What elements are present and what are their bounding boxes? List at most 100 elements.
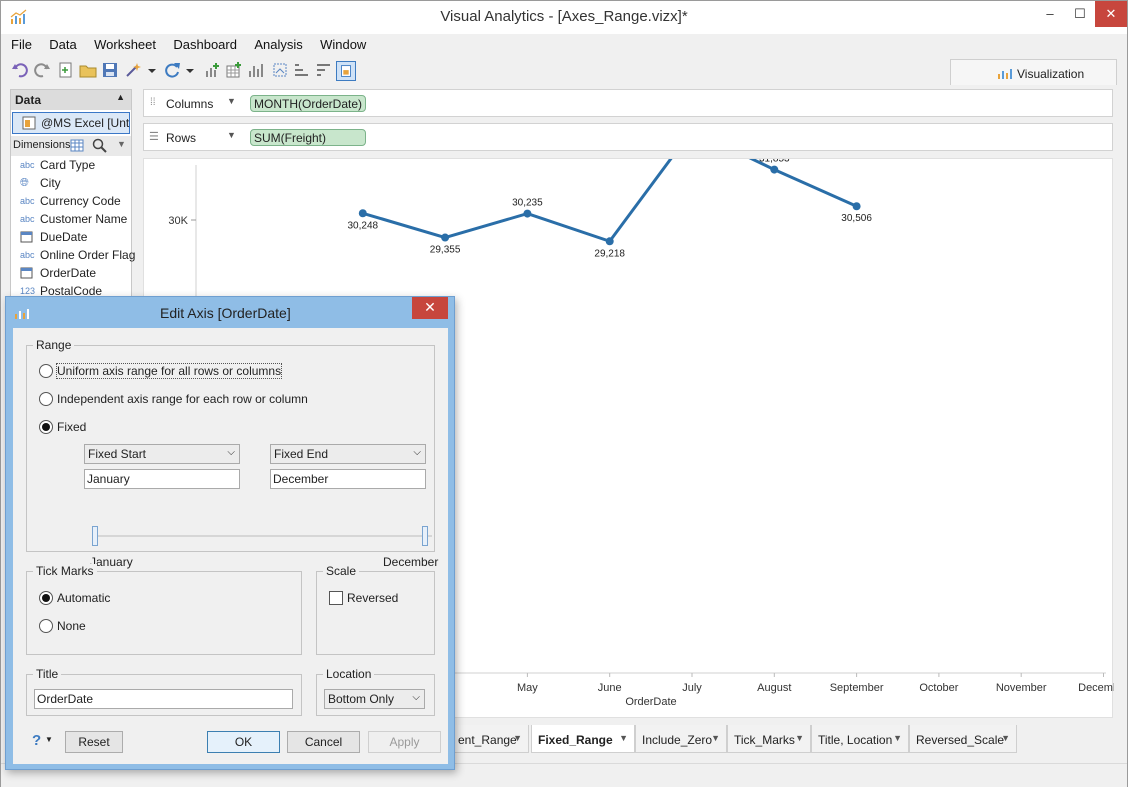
menu-dashboard[interactable]: Dashboard bbox=[173, 37, 237, 52]
sheet-tab-label: ent_Range bbox=[458, 733, 517, 747]
add-table-icon[interactable] bbox=[225, 61, 243, 79]
data-label: 30,235 bbox=[512, 198, 543, 209]
save-icon[interactable] bbox=[101, 61, 119, 79]
refresh-icon[interactable] bbox=[163, 61, 181, 79]
edit-axis-dialog: Edit Axis [OrderDate] ✕ Range Uniform ax… bbox=[5, 296, 455, 770]
rows-shelf[interactable]: ☰ Rows ▼ SUM(Freight) bbox=[143, 123, 1113, 151]
uniform-range-radio[interactable]: Uniform axis range for all rows or colum… bbox=[39, 363, 283, 379]
redo-icon[interactable] bbox=[33, 61, 51, 79]
menu-data[interactable]: Data bbox=[49, 37, 76, 52]
toolbar bbox=[9, 59, 369, 83]
tick-marks-none-radio[interactable]: None bbox=[39, 619, 86, 633]
chevron-down-icon[interactable]: ▼ bbox=[513, 733, 522, 743]
data-panel-title: Data bbox=[15, 93, 42, 107]
tick-marks-automatic-radio[interactable]: Automatic bbox=[39, 591, 110, 605]
sort-descending-icon[interactable] bbox=[315, 61, 333, 79]
chevron-down-icon[interactable]: ▼ bbox=[711, 733, 720, 743]
menu-analysis[interactable]: Analysis bbox=[254, 37, 302, 52]
show-me-icon[interactable] bbox=[336, 61, 356, 81]
rows-pill[interactable]: SUM(Freight) bbox=[250, 129, 366, 146]
radio-label: Independent axis range for each row or c… bbox=[57, 392, 308, 406]
search-icon[interactable] bbox=[92, 138, 107, 153]
datasource-item[interactable]: @MS Excel [Unt... bbox=[12, 112, 130, 134]
chevron-down-icon[interactable] bbox=[147, 61, 157, 79]
visualize-icon[interactable] bbox=[125, 61, 143, 79]
string-type-icon: abc bbox=[20, 250, 35, 260]
independent-range-radio[interactable]: Independent axis range for each row or c… bbox=[39, 392, 308, 406]
chevron-down-icon[interactable]: ▼ bbox=[45, 735, 53, 744]
table-view-icon[interactable] bbox=[70, 139, 84, 152]
fixed-range-radio[interactable]: Fixed bbox=[39, 420, 86, 434]
field-duedate[interactable]: DueDate bbox=[11, 228, 131, 246]
open-folder-icon[interactable] bbox=[79, 61, 97, 79]
chevron-down-icon[interactable]: ▼ bbox=[227, 130, 236, 140]
fixed-end-input[interactable]: December bbox=[270, 469, 426, 489]
menu-file[interactable]: File bbox=[11, 37, 32, 52]
range-slider-start-handle[interactable] bbox=[92, 526, 98, 546]
close-window-button[interactable]: ✕ bbox=[1095, 1, 1127, 27]
sheet-tab-reversed-scale[interactable]: Reversed_Scale ▼ bbox=[909, 725, 1017, 753]
maximize-button[interactable]: ☐ bbox=[1065, 1, 1095, 27]
chevron-down-icon[interactable]: ▼ bbox=[619, 733, 628, 743]
field-customer-name[interactable]: abc Customer Name bbox=[11, 210, 131, 228]
cancel-button[interactable]: Cancel bbox=[287, 731, 360, 753]
columns-pill[interactable]: MONTH(OrderDate) bbox=[250, 95, 366, 112]
dialog-title: Edit Axis [OrderDate] bbox=[160, 305, 291, 321]
location-select[interactable]: Bottom Only ⌵ bbox=[324, 689, 425, 709]
range-slider-end-handle[interactable] bbox=[422, 526, 428, 546]
chevron-down-icon[interactable]: ▼ bbox=[227, 96, 236, 106]
visualization-tab[interactable]: Visualization bbox=[950, 59, 1117, 85]
reversed-checkbox[interactable]: Reversed bbox=[329, 591, 398, 605]
chevron-down-icon[interactable]: ▼ bbox=[893, 733, 902, 743]
ok-button[interactable]: OK bbox=[207, 731, 280, 753]
sort-toggle-icon[interactable]: ▲ bbox=[116, 92, 125, 102]
field-online-order-flag[interactable]: abc Online Order Flag bbox=[11, 246, 135, 264]
apply-button[interactable]: Apply bbox=[368, 731, 441, 753]
add-chart-icon[interactable] bbox=[203, 61, 221, 79]
sort-ascending-icon[interactable] bbox=[293, 61, 311, 79]
dialog-close-button[interactable]: ✕ bbox=[412, 297, 448, 319]
x-tick-label: August bbox=[757, 682, 791, 694]
data-panel-header: Data ▲ bbox=[11, 90, 131, 110]
chevron-down-icon[interactable]: ▼ bbox=[1001, 733, 1010, 743]
axis-title-input[interactable]: OrderDate bbox=[34, 689, 293, 709]
help-icon[interactable]: ? bbox=[32, 732, 41, 749]
field-currency-code[interactable]: abc Currency Code bbox=[11, 192, 131, 210]
columns-shelf-icon: ⁞⁞ bbox=[150, 97, 156, 108]
x-tick-label: November bbox=[996, 682, 1047, 694]
fixed-end-select[interactable]: Fixed End ⌵ bbox=[270, 444, 426, 464]
data-label: 29,218 bbox=[594, 248, 625, 259]
chevron-down-icon[interactable] bbox=[185, 61, 195, 79]
field-label: OrderDate bbox=[40, 266, 97, 280]
title-group: Title OrderDate bbox=[26, 667, 302, 716]
new-sheet-icon[interactable] bbox=[57, 61, 75, 79]
fixed-start-select[interactable]: Fixed Start ⌵ bbox=[84, 444, 240, 464]
menu-window[interactable]: Window bbox=[320, 37, 366, 52]
sheet-tab-include-zero[interactable]: Include_Zero ▼ bbox=[635, 725, 727, 753]
chevron-down-icon[interactable]: ▼ bbox=[117, 139, 126, 149]
sheet-tab-label: Tick_Marks bbox=[734, 733, 795, 747]
location-group: Location Bottom Only ⌵ bbox=[316, 667, 435, 716]
y-tick-label: 30K bbox=[168, 215, 188, 227]
field-orderdate[interactable]: OrderDate bbox=[11, 264, 131, 282]
chevron-down-icon[interactable]: ▼ bbox=[795, 733, 804, 743]
columns-shelf[interactable]: ⁞⁞ Columns ▼ MONTH(OrderDate) bbox=[143, 89, 1113, 117]
sheet-tab-fixed-range[interactable]: Fixed_Range ▼ bbox=[531, 725, 635, 753]
fixed-start-input[interactable]: January bbox=[84, 469, 240, 489]
select-value: Fixed End bbox=[274, 447, 329, 461]
range-slider-track[interactable] bbox=[97, 535, 432, 537]
swap-icon[interactable] bbox=[271, 61, 289, 79]
data-point bbox=[441, 233, 450, 242]
sheet-tab-title-location[interactable]: Title, Location ▼ bbox=[811, 725, 909, 753]
sheet-tab-tick-marks[interactable]: Tick_Marks ▼ bbox=[727, 725, 811, 753]
datasource-label: @MS Excel [Unt... bbox=[41, 116, 130, 130]
bar-chart-icon[interactable] bbox=[247, 61, 265, 79]
minimize-button[interactable]: – bbox=[1035, 1, 1065, 27]
undo-icon[interactable] bbox=[11, 61, 29, 79]
field-card-type[interactable]: abc Card Type bbox=[11, 156, 131, 174]
reset-button[interactable]: Reset bbox=[65, 731, 123, 753]
sheet-tab-independent-range[interactable]: ent_Range ▼ bbox=[451, 725, 529, 753]
field-city[interactable]: 🌐︎ City bbox=[11, 174, 131, 192]
menu-worksheet[interactable]: Worksheet bbox=[94, 37, 156, 52]
string-type-icon: abc bbox=[20, 214, 35, 224]
